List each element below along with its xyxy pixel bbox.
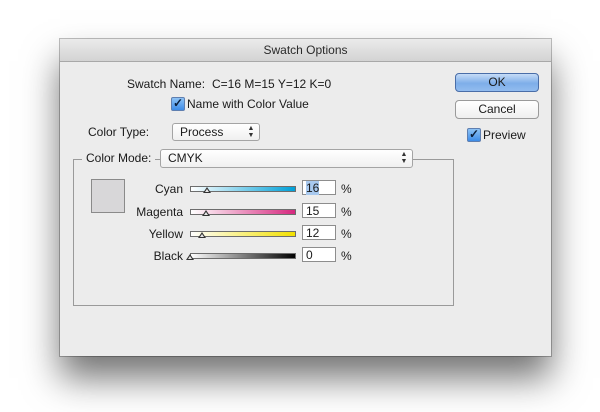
cyan-value-field[interactable]: 16 [302, 180, 336, 195]
black-label: Black [153, 249, 183, 263]
magenta-percent-unit: % [341, 205, 352, 219]
yellow-percent-unit: % [341, 227, 352, 241]
magenta-value: 15 [306, 204, 320, 218]
black-slider-thumb[interactable] [186, 254, 194, 260]
dialog-title: Swatch Options [60, 39, 551, 62]
ok-button[interactable]: OK [455, 73, 539, 92]
checkmark-icon: ✓ [468, 127, 480, 141]
color-type-value: Process [180, 125, 224, 139]
color-type-label: Color Type: [88, 125, 150, 139]
checkmark-icon: ✓ [172, 96, 184, 110]
name-with-color-value-checkbox[interactable]: ✓ [171, 96, 185, 111]
black-value-field[interactable]: 0 [302, 247, 336, 262]
color-mode-value: CMYK [168, 151, 203, 165]
color-mode-select[interactable]: CMYK ▲ ▼ [160, 149, 413, 168]
swatch-options-dialog: Swatch Options Swatch Name: C=16 M=15 Y=… [60, 39, 551, 356]
magenta-value-field[interactable]: 15 [302, 203, 336, 218]
name-with-color-value-label: Name with Color Value [187, 97, 309, 111]
color-swatch-preview [91, 179, 125, 213]
black-value: 0 [306, 248, 313, 262]
yellow-value: 12 [306, 226, 320, 240]
black-slider-track[interactable] [190, 253, 296, 259]
yellow-label: Yellow [148, 227, 183, 241]
color-mode-label: Color Mode: [82, 151, 156, 165]
magenta-label: Magenta [136, 205, 183, 219]
preview-checkbox[interactable]: ✓ [467, 127, 481, 142]
cancel-button[interactable]: Cancel [455, 100, 539, 119]
cyan-slider-thumb[interactable] [202, 187, 211, 193]
black-percent-unit: % [341, 249, 352, 263]
cyan-percent-unit: % [341, 182, 352, 196]
up-down-arrows-icon: ▲ ▼ [247, 125, 255, 139]
preview-label: Preview [483, 128, 526, 142]
color-type-select[interactable]: Process ▲ ▼ [172, 123, 260, 141]
yellow-slider-thumb[interactable] [198, 232, 207, 238]
cyan-value: 16 [306, 181, 320, 195]
cyan-label: Cyan [154, 182, 183, 196]
magenta-slider-thumb[interactable] [201, 210, 210, 216]
swatch-name-value: C=16 M=15 Y=12 K=0 [212, 77, 332, 91]
swatch-name-label: Swatch Name: [127, 77, 206, 91]
yellow-value-field[interactable]: 12 [302, 225, 336, 240]
up-down-arrows-icon: ▲ ▼ [400, 151, 408, 165]
